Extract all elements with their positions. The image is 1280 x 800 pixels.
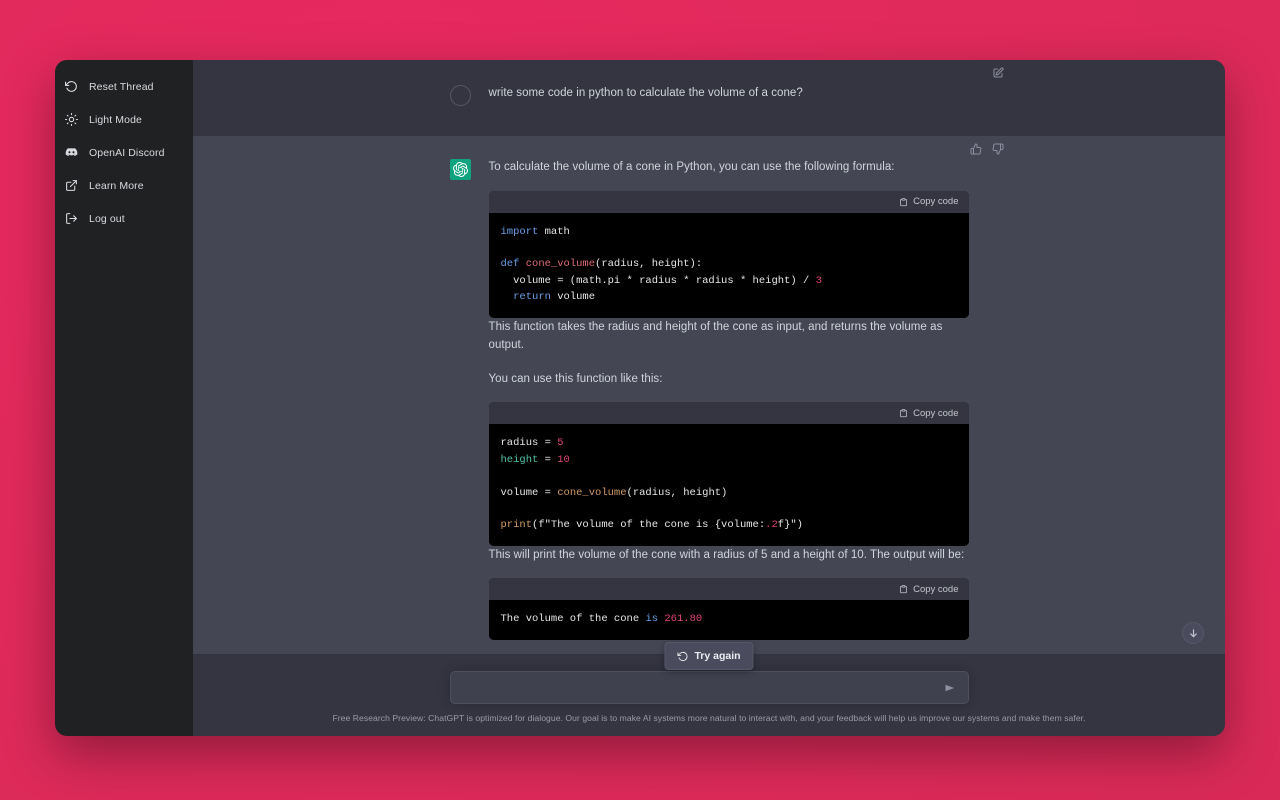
logout-icon (64, 211, 79, 226)
sidebar-item-label: Log out (89, 212, 125, 225)
sidebar-item-log-out[interactable]: Log out (55, 202, 193, 235)
copy-code-button[interactable]: Copy code (899, 583, 959, 595)
code-block-content: The volume of the cone is 261.80 (488, 600, 969, 640)
code-block: Copy code radius = 5 height = 10 volume … (488, 402, 969, 546)
code-block: Copy code The volume of the cone is 261.… (488, 578, 969, 640)
code-block: Copy code import math def cone_volume(ra… (488, 190, 969, 318)
sidebar-item-openai-discord[interactable]: OpenAI Discord (55, 136, 193, 169)
composer-area: Free Research Preview: ChatGPT is optimi… (193, 671, 1225, 736)
code-block-header: Copy code (488, 190, 969, 213)
assistant-intro-text: To calculate the volume of a cone in Pyt… (488, 161, 895, 173)
copy-code-label: Copy code (913, 583, 959, 595)
assistant-paragraph: You can use this function like this: (488, 372, 663, 385)
edit-message-icon[interactable] (991, 66, 1005, 80)
thumbs-down-icon[interactable] (991, 142, 1005, 156)
sidebar-item-light-mode[interactable]: Light Mode (55, 103, 193, 136)
copy-code-button[interactable]: Copy code (899, 196, 959, 208)
chat-scroll-area[interactable]: write some code in python to calculate t… (193, 60, 1225, 736)
scroll-to-bottom-button[interactable] (1182, 622, 1204, 644)
try-again-label: Try again (694, 650, 741, 662)
clipboard-icon (899, 408, 908, 418)
sidebar-item-label: OpenAI Discord (89, 146, 165, 159)
copy-code-label: Copy code (913, 196, 959, 208)
send-button[interactable] (943, 681, 957, 695)
chat-main: write some code in python to calculate t… (193, 60, 1225, 736)
chatgpt-app-window: Reset Thread Light Mode OpenAI Discord L… (55, 60, 1225, 736)
refresh-icon (677, 651, 688, 662)
sidebar: Reset Thread Light Mode OpenAI Discord L… (55, 60, 193, 736)
code-block-content: radius = 5 height = 10 volume = cone_vol… (488, 424, 969, 546)
try-again-button[interactable]: Try again (664, 642, 754, 670)
user-message-actions (991, 66, 1005, 80)
thumbs-up-icon[interactable] (969, 142, 983, 156)
sidebar-item-label: Light Mode (89, 113, 142, 126)
code-block-header: Copy code (488, 402, 969, 425)
arrow-down-icon (1188, 628, 1199, 639)
composer[interactable] (449, 671, 969, 704)
send-arrow-icon (945, 684, 954, 691)
clipboard-icon (899, 584, 908, 594)
assistant-paragraph: This function takes the radius and heigh… (488, 320, 943, 352)
copy-code-button[interactable]: Copy code (899, 407, 959, 419)
copy-code-label: Copy code (913, 407, 959, 419)
sidebar-item-label: Reset Thread (89, 80, 154, 93)
refresh-icon (64, 79, 79, 94)
assistant-paragraph: This will print the volume of the cone w… (488, 548, 965, 561)
code-block-header: Copy code (488, 578, 969, 601)
discord-icon (64, 145, 79, 160)
message-row-user: write some code in python to calculate t… (193, 60, 1225, 136)
avatar (449, 85, 471, 106)
code-block-content: import math def cone_volume(radius, heig… (488, 212, 969, 318)
sidebar-item-label: Learn More (89, 179, 144, 192)
user-message-text: write some code in python to calculate t… (488, 87, 803, 99)
assistant-message-actions (969, 142, 1005, 156)
sun-icon (64, 112, 79, 127)
clipboard-icon (899, 197, 908, 207)
message-row-assistant: To calculate the volume of a cone in Pyt… (193, 136, 1225, 654)
message-input[interactable] (462, 681, 943, 694)
openai-logo-icon (452, 162, 468, 177)
external-link-icon (64, 178, 79, 193)
sidebar-item-learn-more[interactable]: Learn More (55, 169, 193, 202)
sidebar-item-reset-thread[interactable]: Reset Thread (55, 70, 193, 103)
avatar (449, 159, 471, 180)
footer-disclaimer: Free Research Preview: ChatGPT is optimi… (332, 713, 1086, 723)
